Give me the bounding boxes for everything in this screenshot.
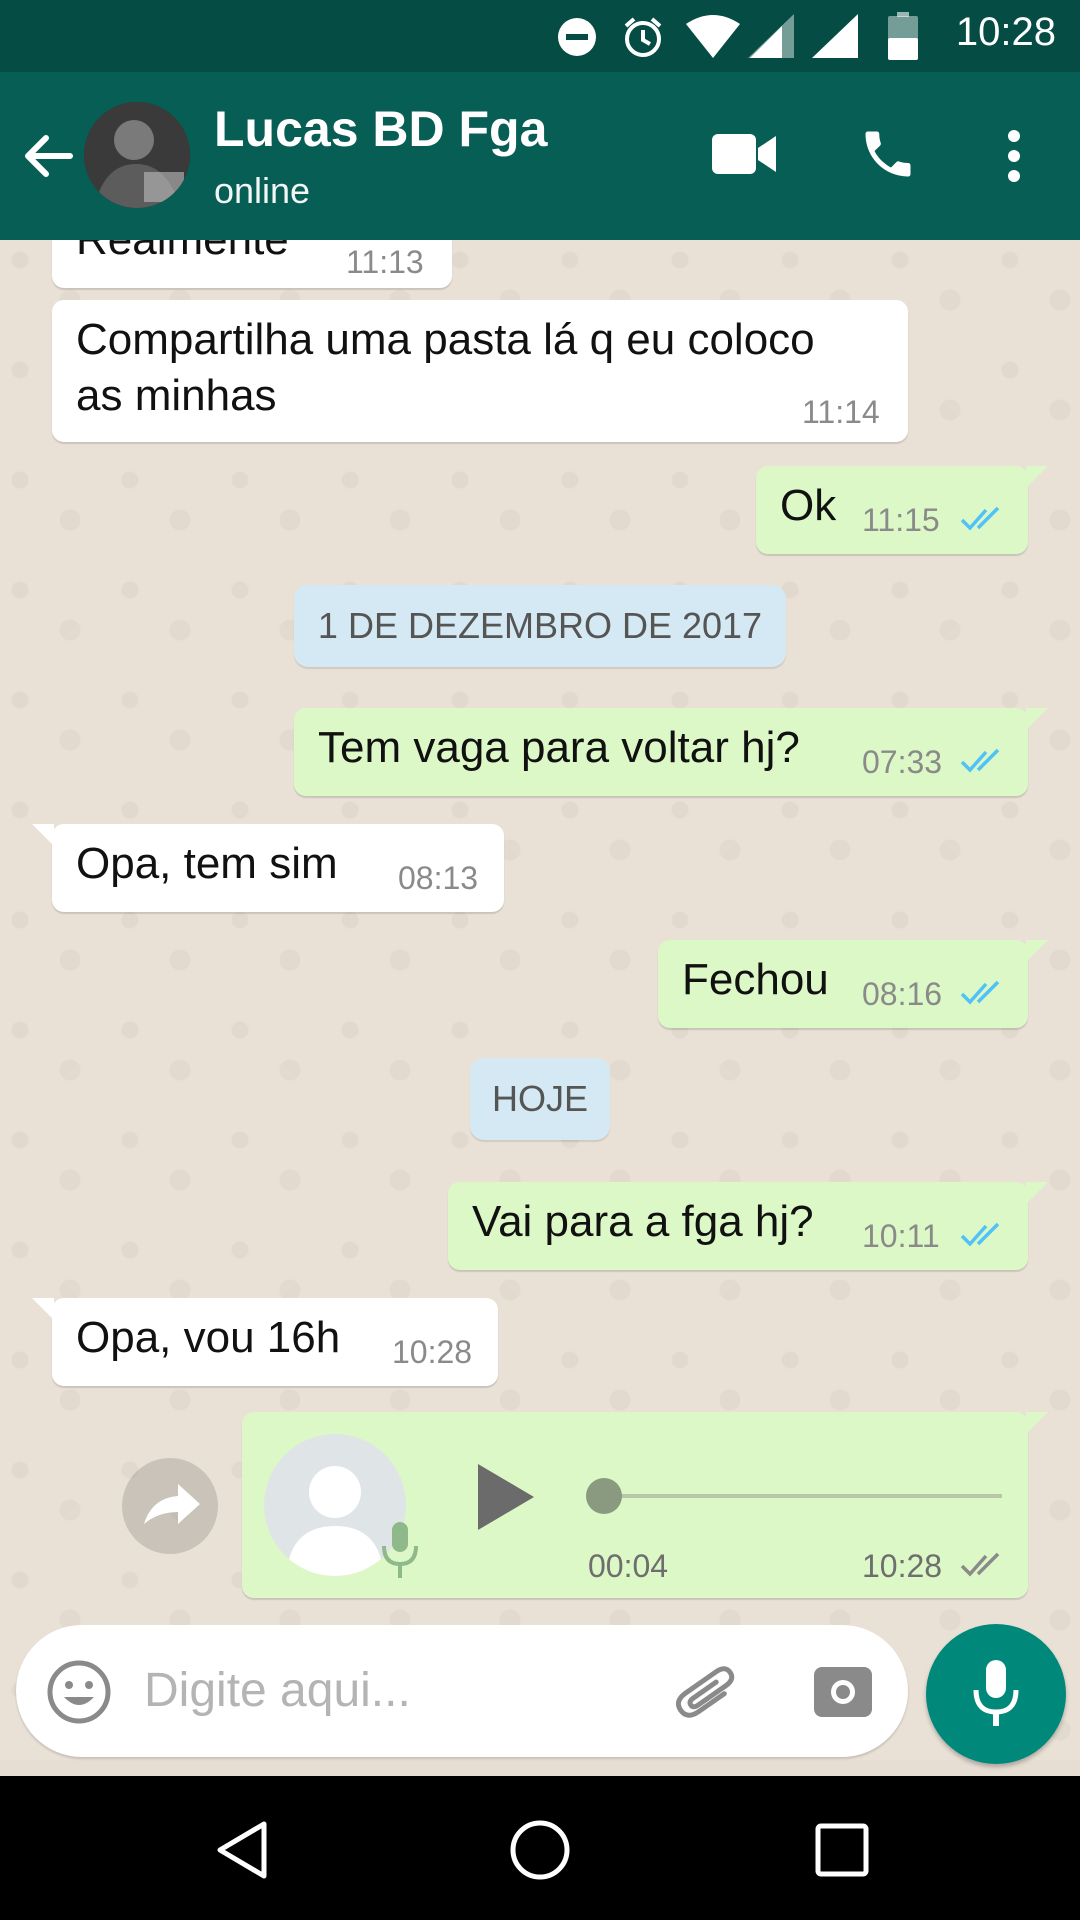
forward-icon [144,1484,200,1524]
emoji-icon[interactable] [46,1659,112,1725]
phone-icon[interactable] [858,124,918,184]
message-time: 11:13 [346,244,424,280]
message-outgoing[interactable]: Ok 11:15 [756,466,1048,554]
message-outgoing[interactable]: Fechou 08:16 [658,940,1048,1028]
avatar[interactable] [84,102,190,208]
date-divider-label: HOJE [491,1078,588,1119]
message-time: 10:11 [862,1218,940,1254]
video-call-icon[interactable] [712,132,776,176]
message-text-line: Compartilha uma pasta lá q eu coloco [76,315,815,364]
message-outgoing[interactable]: Vai para a fga hj? 10:11 [448,1182,1048,1270]
mic-icon [973,1660,1019,1726]
date-divider: HOJE [470,1058,610,1140]
read-ticks-icon [960,506,1000,531]
system-nav-bar [0,1776,1080,1920]
chat-area[interactable]: Realmente 11:13 Compartilha uma pasta lá… [0,240,1080,1760]
read-ticks-icon [960,1222,1000,1247]
contact-name[interactable]: Lucas BD Fga [214,100,547,158]
delivered-ticks-icon [960,1552,1000,1577]
status-bar: 10:28 [0,0,1080,72]
message-time: 07:33 [862,744,943,780]
voice-progress-handle[interactable] [586,1478,622,1514]
wifi-icon [686,15,740,58]
voice-duration: 00:04 [588,1548,669,1584]
back-arrow-icon[interactable] [20,128,76,184]
message-text: Ok [780,481,837,530]
bubble-tail [1026,1182,1048,1204]
message-text: Tem vaga para voltar hj? [318,723,800,772]
message-text: Fechou [682,955,829,1004]
message-text: Opa, vou 16h [76,1313,341,1362]
message-time: 11:14 [802,394,880,430]
more-vert-icon[interactable] [1000,128,1028,184]
date-divider-label: 1 DE DEZEMBRO DE 2017 [317,605,763,646]
message-time: 08:16 [862,976,943,1012]
bubble-tail [1026,940,1048,962]
message-time: 10:28 [862,1548,943,1584]
camera-icon[interactable] [812,1661,874,1719]
attach-icon[interactable] [676,1661,742,1727]
message-incoming[interactable]: Opa, vou 16h 10:28 [32,1298,498,1386]
message-incoming[interactable]: Opa, tem sim 08:13 [32,824,504,912]
read-ticks-icon [960,980,1000,1005]
bubble-tail [1026,1412,1048,1434]
bubble-tail [32,824,54,846]
record-voice-button[interactable] [926,1624,1066,1764]
mic-icon [382,1522,418,1578]
do-not-disturb-icon [558,18,596,56]
nav-back-icon[interactable] [212,1818,272,1882]
date-divider: 1 DE DEZEMBRO DE 2017 [294,585,786,667]
voice-progress-track[interactable] [602,1494,1002,1498]
message-text: Vai para a fga hj? [472,1197,814,1246]
bubble-tail [32,1298,54,1320]
message-composer: Digite aqui... [16,1625,908,1757]
bubble-tail [1026,466,1048,488]
cell-signal-icon [812,14,858,58]
cell-signal-icon [748,14,794,58]
message-text: Opa, tem sim [76,839,338,888]
nav-recents-icon[interactable] [814,1822,870,1878]
voice-message[interactable]: 00:04 10:28 [242,1412,1048,1598]
nav-home-icon[interactable] [508,1818,572,1882]
battery-icon [888,12,918,60]
message-time: 08:13 [398,860,479,896]
message-time: 11:15 [862,502,940,538]
play-icon[interactable] [472,1460,538,1534]
message-text: Realmente [76,240,289,268]
message-text-line: as minhas [76,371,277,420]
bubble-tail [1026,708,1048,730]
message-incoming[interactable]: Compartilha uma pasta lá q eu coloco as … [52,300,908,442]
message-outgoing[interactable]: Tem vaga para voltar hj? 07:33 [294,708,1048,796]
message-input[interactable]: Digite aqui... [144,1663,411,1718]
status-time: 10:28 [955,10,1056,54]
alarm-icon [624,17,662,57]
chat-header: Lucas BD Fga online [0,72,1080,240]
read-ticks-icon [960,748,1000,773]
message-incoming[interactable]: Realmente 11:13 [52,240,452,288]
forward-button[interactable] [122,1458,218,1554]
avatar-photo [84,102,190,208]
message-time: 10:28 [392,1334,473,1370]
contact-status: online [214,170,311,211]
